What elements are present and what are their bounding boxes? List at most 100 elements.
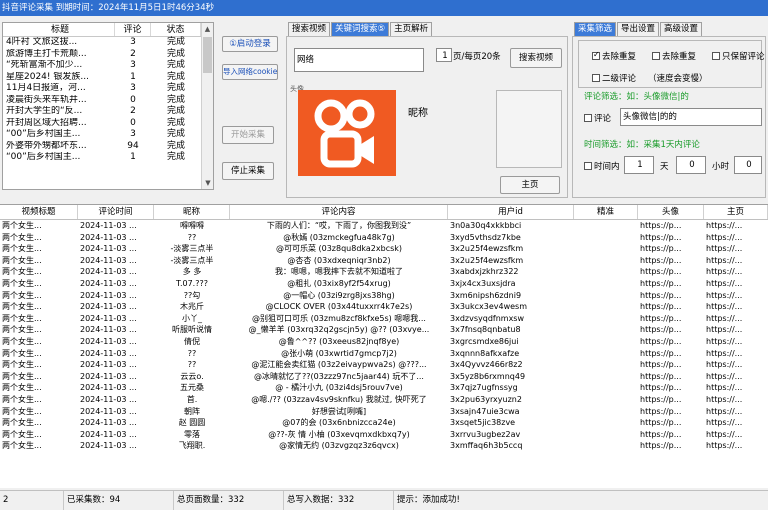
col-comment-time[interactable]: 评论时间 xyxy=(78,205,154,219)
task-col-comments[interactable]: 评论 xyxy=(115,23,151,36)
table-row[interactable]: 两个女生... 2024-11-03 ... 嘚嘚嘚 下雨的人们：“哎，下雨了，你图我… xyxy=(0,220,768,232)
comments-table[interactable]: 视频标题 评论时间 昵称 评论内容 用户id 精准 头像 主页 两个女生... 2… xyxy=(0,204,768,488)
start-collect-button[interactable]: 开始采集 xyxy=(222,126,274,144)
col-nickname[interactable]: 昵称 xyxy=(154,205,230,219)
cell-precise xyxy=(574,232,638,244)
task-title: 4阡衬 文旅这拔... xyxy=(6,37,78,47)
cell-comment-time: 2024-11-03 ... xyxy=(80,278,137,288)
comment-filter-checkbox[interactable]: 评论 xyxy=(584,112,611,124)
scroll-down-icon[interactable]: ▼ xyxy=(202,177,213,189)
cell-avatar-url: https://p... xyxy=(640,255,682,265)
table-row[interactable]: 两个女生... 2024-11-03 ... 多 多 我：嗯嗯，嗯我摔下去就不知道啦了… xyxy=(0,266,768,278)
table-row[interactable]: 两个女生... 2024-11-03 ...?? @秋嫣 (03zmckegfua4… xyxy=(0,232,768,244)
keyword-input[interactable]: 网络 xyxy=(294,48,424,72)
pages-input[interactable]: 1 xyxy=(436,48,452,62)
col-comment-content[interactable]: 评论内容 xyxy=(230,205,448,219)
cell-comment-time: 2024-11-03 ... xyxy=(80,336,137,346)
table-row[interactable]: 两个女生... 2024-11-03 ... T.07.??? @粗扎 (03xix8… xyxy=(0,278,768,290)
cell-comment-content: @_懒羊羊 (03xrq32q2gscjn5y) @?? (03xvye... xyxy=(248,325,430,335)
cell-user-id: 3x2u25f4ewzsfkm xyxy=(450,244,524,254)
table-row[interactable]: 两个女生... 2024-11-03 ...?? @泥江能会卖红猫 (03z2eiv… xyxy=(0,359,768,371)
task-row[interactable]: 星座2024! 银发族... 1 完成 xyxy=(3,72,213,84)
avatar-preview xyxy=(496,90,562,168)
cell-comment-content: 我：嗯嗯，嗯我摔下去就不知道啦了 xyxy=(275,267,403,277)
task-list-scrollbar[interactable]: ▲ ▼ xyxy=(201,23,213,189)
cell-nickname: 木兆斤 xyxy=(180,302,204,312)
cell-nickname: 首. xyxy=(186,394,198,404)
second-level-checkbox[interactable]: 二级评论 xyxy=(592,72,636,84)
comment-filter-input[interactable]: 头像微信|的的 xyxy=(620,108,762,126)
cell-precise xyxy=(574,417,638,429)
task-row[interactable]: “00”后乡村国主... 3 完成 xyxy=(3,129,213,141)
scroll-up-icon[interactable]: ▲ xyxy=(202,23,213,35)
time-minutes-input[interactable]: 0 xyxy=(734,156,762,174)
task-row[interactable]: 旅游博主打卡荒颠... 2 完成 xyxy=(3,49,213,61)
cell-homepage-url: https://... xyxy=(706,302,743,312)
table-row[interactable]: 两个女生... 2024-11-03 ... 首. @嗯./?? (03zzav4sv… xyxy=(0,394,768,406)
task-row[interactable]: 4阡衬 文旅这拔... 3 完成 xyxy=(3,37,213,49)
remove-dup-checkbox[interactable]: 去除重复 xyxy=(652,50,696,62)
tab-homepage-parse[interactable]: 主页解析 xyxy=(390,22,433,36)
table-row[interactable]: 两个女生... 2024-11-03 ... 赵 圆圆 @07的会 (03x6nbni… xyxy=(0,417,768,429)
cell-comment-time: 2024-11-03 ... xyxy=(80,394,137,404)
table-row[interactable]: 两个女生... 2024-11-03 ... 听服听说情 @_懒羊羊 (03xrq32… xyxy=(0,324,768,336)
table-row[interactable]: 两个女生... 2024-11-03 ... 木兆斤 @CLOCK OVER (03x… xyxy=(0,301,768,313)
cell-avatar-url: https://p... xyxy=(640,232,682,242)
task-title: “00”后乡村国主... xyxy=(6,152,81,162)
table-row[interactable]: 两个女生... 2024-11-03 ... -淡雾三点半 @杏杏 (03xdxeqn… xyxy=(0,255,768,267)
task-col-status[interactable]: 状态 xyxy=(151,23,201,36)
col-homepage[interactable]: 主页 xyxy=(704,205,768,219)
table-row[interactable]: 两个女生... 2024-11-03 ... 五元桑 @ - 橘汁小九 (03zi4d… xyxy=(0,382,768,394)
cell-nickname: 飞翔职. xyxy=(178,441,206,451)
task-row[interactable]: 开封大学生的“反... 2 完成 xyxy=(3,106,213,118)
task-list[interactable]: 标题 评论 状态 4阡衬 文旅这拔... 3 完成 旅游博主打卡荒颠... 2 完成 “死斩… xyxy=(2,22,214,190)
task-row[interactable]: “死斩富渐不加少... 3 完成 xyxy=(3,60,213,72)
table-row[interactable]: 两个女生... 2024-11-03 ... -淡雾三点半 @可可乐菜 (03z8qu… xyxy=(0,243,768,255)
col-user-id[interactable]: 用户id xyxy=(448,205,574,219)
table-row[interactable]: 两个女生... 2024-11-03 ... 云云o. @冰晴就忆了??(03zzz9… xyxy=(0,371,768,383)
task-row[interactable]: 凌晨街头来车轨井... 0 完成 xyxy=(3,95,213,107)
tab-search-video[interactable]: 搜索视频 xyxy=(288,22,331,36)
table-row[interactable]: 两个女生... 2024-11-03 ... 零落 @??-灰 情 小柚 (03xev… xyxy=(0,429,768,441)
table-row[interactable]: 两个女生... 2024-11-03 ... 小丫_ @别狙可口可乐 (03zmu8z… xyxy=(0,313,768,325)
table-row[interactable]: 两个女生... 2024-11-03 ... 飞翔职. @家情无约 (03zvgzqz… xyxy=(0,440,768,452)
cell-homepage-url: https://... xyxy=(706,441,743,451)
keep-only-checkbox[interactable]: 只保留评论 xyxy=(712,50,765,62)
task-status: 完成 xyxy=(166,106,185,116)
time-hours-input[interactable]: 0 xyxy=(676,156,706,174)
scroll-thumb[interactable] xyxy=(203,37,212,73)
stop-collect-button[interactable]: 停止采集 xyxy=(222,162,274,180)
import-cookie-button[interactable]: 导入网络cookie xyxy=(222,64,278,80)
task-title: 开封周区域大招聘... xyxy=(6,117,87,128)
task-title: 旅游博主打卡荒颠... xyxy=(6,48,87,59)
task-col-title[interactable]: 标题 xyxy=(3,23,115,36)
cell-comment-content: @粗扎 (03xix8yf2f54xrug) xyxy=(287,278,391,288)
task-row[interactable]: 外婆带外甥都坏东... 94 完成 xyxy=(3,141,213,153)
table-row[interactable]: 两个女生... 2024-11-03 ... ??勾 @一帽心 (03zi9zrg8j… xyxy=(0,290,768,302)
time-filter-checkbox[interactable]: 时间内 xyxy=(584,160,620,172)
time-days-input[interactable]: 1 xyxy=(624,156,654,174)
start-login-button[interactable]: ①启动登录 xyxy=(222,36,278,52)
tab-advanced-settings[interactable]: 高级设置 xyxy=(660,22,703,36)
tab-keyword-search[interactable]: 关键词搜索⑤ xyxy=(331,22,390,36)
search-video-button[interactable]: 搜索视频 xyxy=(510,48,562,68)
dedupe-checkbox[interactable]: 去除重复 xyxy=(592,50,636,62)
task-status: 完成 xyxy=(166,37,185,47)
task-row[interactable]: 开封周区域大招聘... 0 完成 xyxy=(3,118,213,130)
cell-comment-time: 2024-11-03 ... xyxy=(80,418,137,428)
tab-collect-filter[interactable]: 采集筛选 xyxy=(574,22,617,36)
col-video-title[interactable]: 视频标题 xyxy=(0,205,78,219)
table-row[interactable]: 两个女生... 2024-11-03 ...?? @张小萌 (03xwrtid7gm… xyxy=(0,348,768,360)
task-row[interactable]: “00”后乡村国主... 1 完成 xyxy=(3,152,213,164)
tab-export-settings[interactable]: 导出设置 xyxy=(617,22,660,36)
cell-nickname: ?? xyxy=(187,360,197,370)
cell-precise xyxy=(574,278,638,290)
home-button[interactable]: 主页 xyxy=(500,176,560,194)
task-row[interactable]: 11月4日报道，河... 3 完成 xyxy=(3,83,213,95)
col-avatar[interactable]: 头像 xyxy=(638,205,704,219)
cell-user-id: 3xgrcsmdxe86jui xyxy=(450,336,519,346)
col-precise[interactable]: 精准 xyxy=(574,205,638,219)
table-row[interactable]: 两个女生... 2024-11-03 ... 朝阵 好想尝试[咧嘴] 3xsajn47u… xyxy=(0,406,768,418)
task-comment-count: 3 xyxy=(130,83,136,93)
table-row[interactable]: 两个女生... 2024-11-03 ... 倩倪 @鲁^^?? (03xeeus82… xyxy=(0,336,768,348)
